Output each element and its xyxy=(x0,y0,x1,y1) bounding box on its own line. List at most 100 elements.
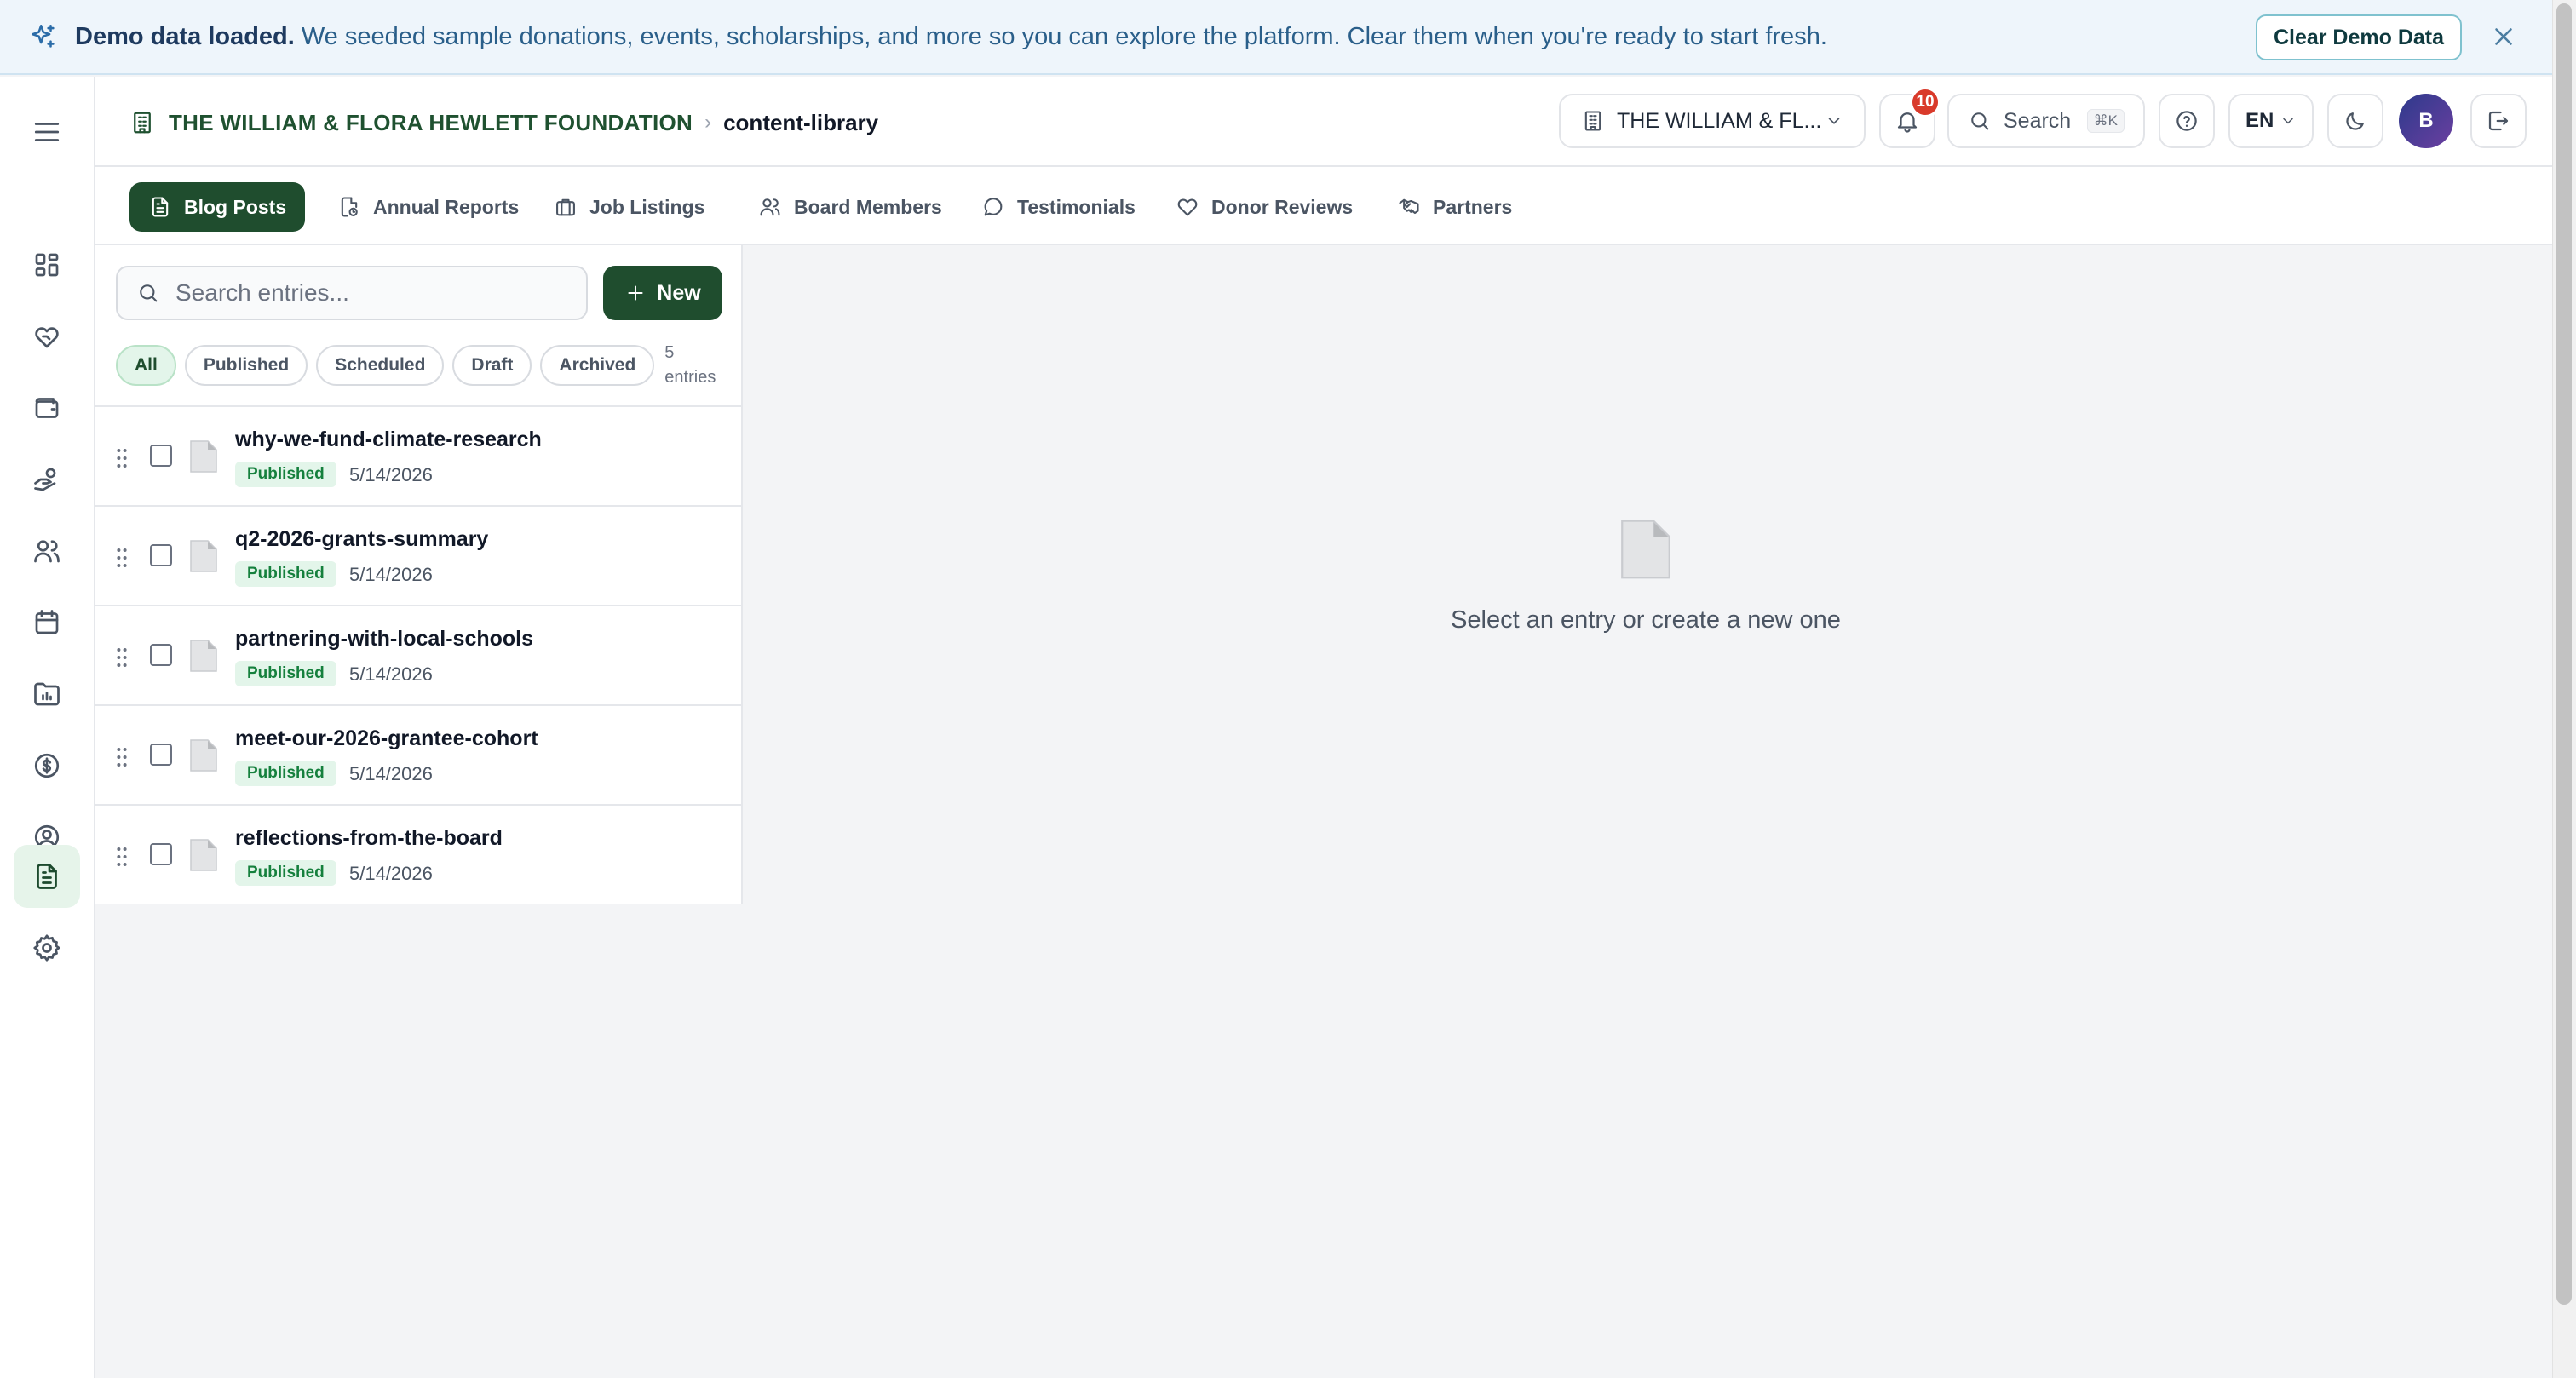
entry-checkbox[interactable] xyxy=(150,644,172,666)
drag-handle-icon[interactable] xyxy=(114,747,129,767)
global-search-button[interactable]: Search ⌘K xyxy=(1947,94,2145,148)
message-circle-icon xyxy=(984,198,1003,216)
logout-button[interactable] xyxy=(2470,94,2527,148)
demo-data-banner: Demo data loaded. We seeded sample donati… xyxy=(0,0,2552,75)
empty-state-message: Select an entry or create a new one xyxy=(1451,606,1841,634)
help-button[interactable] xyxy=(2159,94,2215,148)
document-icon xyxy=(189,539,218,573)
banner-message: Demo data loaded. We seeded sample donati… xyxy=(75,23,1827,51)
entry-date: 5/14/2026 xyxy=(349,663,433,685)
tab-blog-posts[interactable]: Blog Posts xyxy=(129,182,306,232)
entry-checkbox[interactable] xyxy=(150,544,172,566)
list-item[interactable]: q2-2026-grants-summary Published 5/14/20… xyxy=(95,505,741,605)
filter-draft[interactable]: Draft xyxy=(452,345,532,386)
notification-count-badge: 10 xyxy=(1910,87,1941,118)
status-badge: Published xyxy=(235,761,336,786)
document-icon xyxy=(189,838,218,872)
sidebar-item-reports[interactable] xyxy=(14,663,80,726)
sidebar-item-people[interactable] xyxy=(14,520,80,583)
theme-toggle-button[interactable] xyxy=(2327,94,2383,148)
tab-label: Board Members xyxy=(794,195,942,218)
entry-list-panel: New All Published Scheduled Draft Archiv… xyxy=(95,245,743,904)
sidebar-item-events[interactable] xyxy=(14,591,80,654)
org-selector[interactable]: THE WILLIAM & FL... xyxy=(1559,94,1866,148)
tab-board-members[interactable]: Board Members xyxy=(739,182,961,232)
dashboard-icon xyxy=(35,253,59,277)
menu-icon[interactable] xyxy=(31,116,63,148)
language-selector[interactable]: EN xyxy=(2228,94,2314,148)
tab-annual-reports[interactable]: Annual Reports xyxy=(319,182,538,232)
avatar[interactable]: B xyxy=(2399,94,2453,148)
entry-checkbox[interactable] xyxy=(150,744,172,766)
search-field[interactable] xyxy=(116,266,588,320)
status-badge: Published xyxy=(235,561,336,587)
content-type-tabs: Blog Posts Annual Reports Job Listings B… xyxy=(95,167,2552,245)
org-selector-label: THE WILLIAM & FL... xyxy=(1617,108,1822,133)
entry-checkbox[interactable] xyxy=(150,843,172,865)
list-item[interactable]: meet-our-2026-grantee-cohort Published 5… xyxy=(95,704,741,804)
tab-label: Testimonials xyxy=(1017,195,1136,218)
filter-all[interactable]: All xyxy=(116,345,176,386)
tab-testimonials[interactable]: Testimonials xyxy=(963,182,1154,232)
filter-scheduled[interactable]: Scheduled xyxy=(316,345,445,386)
entry-date: 5/14/2026 xyxy=(349,464,433,485)
sidebar-item-content-library[interactable] xyxy=(14,845,80,908)
dollar-circle-icon xyxy=(34,753,60,778)
entry-count: 5 entries xyxy=(664,341,724,390)
drag-handle-icon[interactable] xyxy=(114,847,129,867)
moon-icon xyxy=(2346,112,2364,130)
drag-handle-icon[interactable] xyxy=(114,548,129,568)
search-icon xyxy=(140,284,158,302)
sidebar-item-finance[interactable] xyxy=(14,734,80,797)
filter-published[interactable]: Published xyxy=(184,345,308,386)
search-input[interactable] xyxy=(175,279,567,307)
document-icon xyxy=(189,639,218,673)
plus-icon xyxy=(628,285,643,301)
list-item[interactable]: reflections-from-the-board Published 5/1… xyxy=(95,804,741,904)
building-icon xyxy=(129,110,155,135)
entry-date: 5/14/2026 xyxy=(349,763,433,784)
tab-label: Donor Reviews xyxy=(1211,195,1354,218)
briefcase-icon xyxy=(556,198,575,216)
tab-donor-reviews[interactable]: Donor Reviews xyxy=(1157,182,1371,232)
list-item[interactable]: why-we-fund-climate-research Published 5… xyxy=(95,405,741,505)
tab-job-listings[interactable]: Job Listings xyxy=(535,182,723,232)
scrollbar-thumb[interactable] xyxy=(2556,3,2572,1305)
heart-icon xyxy=(1177,198,1198,216)
hand-coins-icon xyxy=(34,468,56,491)
tab-partners[interactable]: Partners xyxy=(1378,182,1531,232)
status-badge: Published xyxy=(235,860,336,886)
tab-label: Partners xyxy=(1433,195,1513,218)
document-icon xyxy=(189,738,218,772)
status-badge: Published xyxy=(235,661,336,686)
new-entry-button[interactable]: New xyxy=(603,266,722,320)
calendar-icon xyxy=(35,610,59,634)
page-title: content-library xyxy=(723,109,879,135)
breadcrumb-separator: › xyxy=(704,111,712,134)
tab-label: Blog Posts xyxy=(184,195,287,218)
drag-handle-icon[interactable] xyxy=(114,647,129,668)
users-icon xyxy=(760,198,780,216)
list-item[interactable]: partnering-with-local-schools Published … xyxy=(95,605,741,704)
filter-archived[interactable]: Archived xyxy=(540,345,655,386)
entry-checkbox[interactable] xyxy=(150,445,172,467)
sidebar-item-grants[interactable] xyxy=(14,448,80,511)
drag-handle-icon[interactable] xyxy=(114,448,129,468)
status-filters: All Published Scheduled Draft Archived 5… xyxy=(116,341,724,390)
breadcrumb: THE WILLIAM & FLORA HEWLETT FOUNDATION ›… xyxy=(129,107,878,138)
clear-demo-data-button[interactable]: Clear Demo Data xyxy=(2256,14,2462,60)
sidebar-item-dashboard[interactable] xyxy=(14,233,80,296)
sidebar-item-donations[interactable] xyxy=(14,305,80,368)
entry-date: 5/14/2026 xyxy=(349,863,433,884)
sidebar-item-wallet[interactable] xyxy=(14,376,80,439)
entry-count-number: 5 xyxy=(664,343,675,362)
close-icon[interactable] xyxy=(2489,22,2518,51)
report-icon xyxy=(341,197,358,217)
chevron-down-icon xyxy=(1825,112,1843,130)
wallet-icon xyxy=(35,398,59,418)
logout-icon xyxy=(2488,111,2509,131)
breadcrumb-org[interactable]: THE WILLIAM & FLORA HEWLETT FOUNDATION xyxy=(169,110,693,136)
sidebar-item-settings[interactable] xyxy=(14,916,80,979)
top-bar: THE WILLIAM & FLORA HEWLETT FOUNDATION ›… xyxy=(95,77,2552,167)
chart-folder-icon xyxy=(34,682,60,706)
